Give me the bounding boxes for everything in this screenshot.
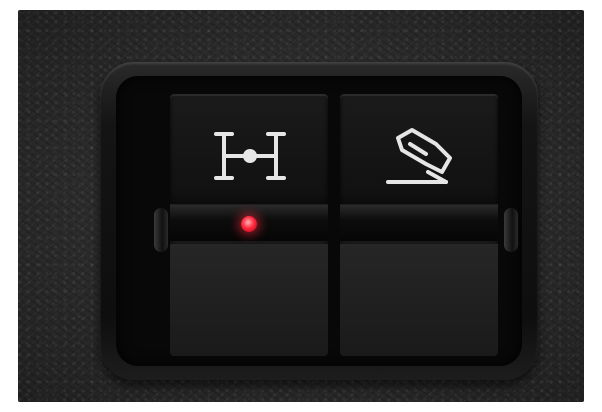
status-led — [241, 216, 257, 232]
hill-descent-vehicle-icon — [386, 128, 452, 184]
switch-panel — [116, 76, 522, 366]
switch-ridge — [340, 204, 498, 241]
right-clip — [504, 208, 518, 252]
diff-lock-button[interactable] — [170, 94, 328, 356]
switch-lower — [170, 244, 328, 356]
left-clip — [154, 208, 168, 252]
switch-bezel — [100, 62, 538, 380]
differential-lock-icon — [214, 132, 286, 180]
hill-descent-button[interactable] — [340, 94, 498, 356]
photo — [0, 0, 602, 412]
switch-lower — [340, 244, 498, 356]
